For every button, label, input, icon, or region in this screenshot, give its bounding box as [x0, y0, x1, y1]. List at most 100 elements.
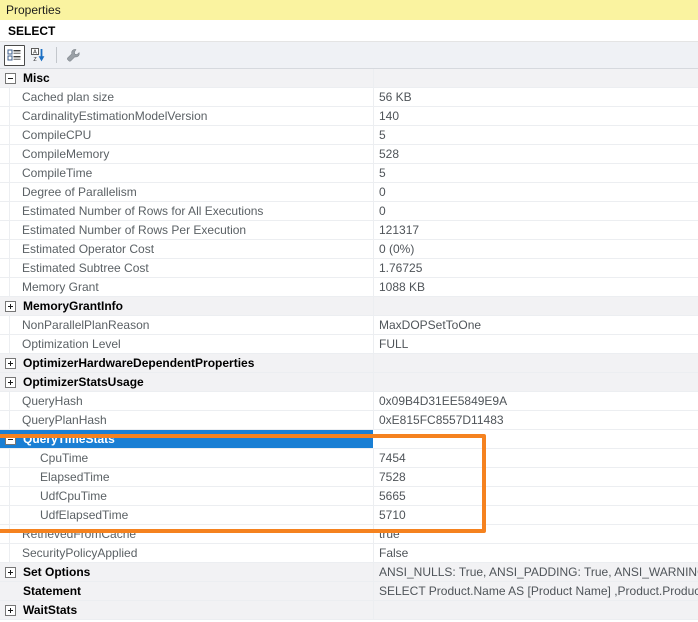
property-value-cell[interactable]: 56 KB: [373, 88, 698, 106]
property-row[interactable]: Memory Grant 1088 KB: [0, 278, 698, 297]
property-name-label: QueryTimeStats: [23, 432, 115, 446]
property-value-cell[interactable]: 121317: [373, 221, 698, 239]
property-row[interactable]: Cached plan size 56 KB: [0, 88, 698, 107]
property-row[interactable]: Estimated Operator Cost 0 (0%): [0, 240, 698, 259]
property-row[interactable]: CompileMemory 528: [0, 145, 698, 164]
collapse-icon[interactable]: [5, 72, 16, 84]
property-row[interactable]: Estimated Subtree Cost 1.76725: [0, 259, 698, 278]
properties-grid[interactable]: Misc Cached plan size 56 KB CardinalityEsti…: [0, 69, 698, 620]
property-value-cell[interactable]: 0x09B4D31EE5849E9A: [373, 392, 698, 410]
collapse-icon[interactable]: [5, 433, 16, 445]
property-value-cell[interactable]: [373, 69, 698, 87]
property-value-cell[interactable]: 0xE815FC8557D11483: [373, 411, 698, 429]
property-value-cell[interactable]: 5665: [373, 487, 698, 505]
property-value-cell[interactable]: [373, 354, 698, 372]
property-name-cell[interactable]: QueryPlanHash: [0, 411, 373, 429]
property-row[interactable]: CompileTime 5: [0, 164, 698, 183]
property-value-cell[interactable]: 7528: [373, 468, 698, 486]
property-name-cell[interactable]: ElapsedTime: [0, 468, 373, 486]
property-name-cell[interactable]: Set Options: [0, 563, 373, 581]
property-name-cell[interactable]: Estimated Number of Rows Per Execution: [0, 221, 373, 239]
property-value-cell[interactable]: ANSI_NULLS: True, ANSI_PADDING: True, AN…: [373, 563, 698, 581]
category-row[interactable]: Statement SELECT Product.Name AS [Product…: [0, 582, 698, 601]
property-name-cell[interactable]: QueryHash: [0, 392, 373, 410]
property-name-cell[interactable]: WaitStats: [0, 601, 373, 619]
categorized-button[interactable]: [4, 44, 25, 66]
property-name-cell[interactable]: CompileTime: [0, 164, 373, 182]
property-name-cell[interactable]: OptimizerStatsUsage: [0, 373, 373, 391]
property-row[interactable]: NonParallelPlanReason MaxDOPSetToOne: [0, 316, 698, 335]
property-value-cell[interactable]: [373, 373, 698, 391]
expand-icon[interactable]: [5, 604, 16, 616]
property-row[interactable]: CpuTime 7454: [0, 449, 698, 468]
property-value-cell[interactable]: 7454: [373, 449, 698, 467]
property-value-cell[interactable]: 5710: [373, 506, 698, 524]
property-row[interactable]: SecurityPolicyApplied False: [0, 544, 698, 563]
expand-icon[interactable]: [5, 300, 16, 312]
property-name-cell[interactable]: CompileMemory: [0, 145, 373, 163]
expand-icon[interactable]: [5, 376, 16, 388]
property-row[interactable]: RetrievedFromCache true: [0, 525, 698, 544]
expand-icon[interactable]: [5, 566, 16, 578]
property-value-cell[interactable]: 140: [373, 107, 698, 125]
category-row[interactable]: OptimizerStatsUsage: [0, 373, 698, 392]
category-row[interactable]: Misc: [0, 69, 698, 88]
category-row[interactable]: OptimizerHardwareDependentProperties: [0, 354, 698, 373]
property-value-cell[interactable]: true: [373, 525, 698, 543]
property-name-cell[interactable]: CompileCPU: [0, 126, 373, 144]
property-name-cell[interactable]: Estimated Operator Cost: [0, 240, 373, 258]
property-name-cell[interactable]: Optimization Level: [0, 335, 373, 353]
property-value-cell[interactable]: 0: [373, 202, 698, 220]
property-value-cell[interactable]: False: [373, 544, 698, 562]
expand-icon[interactable]: [5, 357, 16, 369]
property-value-cell[interactable]: [373, 430, 698, 448]
category-row[interactable]: Set Options ANSI_NULLS: True, ANSI_PADDIN…: [0, 563, 698, 582]
property-name-cell[interactable]: CardinalityEstimationModelVersion: [0, 107, 373, 125]
property-name-cell[interactable]: Memory Grant: [0, 278, 373, 296]
alphabetical-button[interactable]: A Z: [28, 45, 49, 66]
property-value-cell[interactable]: 5: [373, 164, 698, 182]
property-value-cell[interactable]: [373, 297, 698, 315]
property-pages-button[interactable]: [63, 45, 84, 66]
property-value-cell[interactable]: SELECT Product.Name AS [Product Name] ,P…: [373, 582, 698, 600]
property-row[interactable]: CompileCPU 5: [0, 126, 698, 145]
property-value-cell[interactable]: MaxDOPSetToOne: [373, 316, 698, 334]
property-name-cell[interactable]: UdfCpuTime: [0, 487, 373, 505]
property-name-cell[interactable]: CpuTime: [0, 449, 373, 467]
property-name-cell[interactable]: Degree of Parallelism: [0, 183, 373, 201]
property-name-cell[interactable]: SecurityPolicyApplied: [0, 544, 373, 562]
property-name-cell[interactable]: Estimated Subtree Cost: [0, 259, 373, 277]
property-name-cell[interactable]: MemoryGrantInfo: [0, 297, 373, 315]
property-name-cell[interactable]: Cached plan size: [0, 88, 373, 106]
property-row[interactable]: UdfElapsedTime 5710: [0, 506, 698, 525]
property-name-cell[interactable]: Statement: [0, 582, 373, 600]
property-name-cell[interactable]: Estimated Number of Rows for All Executi…: [0, 202, 373, 220]
category-row[interactable]: MemoryGrantInfo: [0, 297, 698, 316]
property-row[interactable]: QueryHash 0x09B4D31EE5849E9A: [0, 392, 698, 411]
property-row[interactable]: Optimization Level FULL: [0, 335, 698, 354]
property-value-cell[interactable]: 0 (0%): [373, 240, 698, 258]
property-value-cell[interactable]: FULL: [373, 335, 698, 353]
property-name-cell[interactable]: RetrievedFromCache: [0, 525, 373, 543]
property-value-cell[interactable]: 5: [373, 126, 698, 144]
property-row[interactable]: Degree of Parallelism 0: [0, 183, 698, 202]
property-name-cell[interactable]: UdfElapsedTime: [0, 506, 373, 524]
property-name-cell[interactable]: QueryTimeStats: [0, 430, 373, 448]
property-row[interactable]: ElapsedTime 7528: [0, 468, 698, 487]
property-row[interactable]: QueryPlanHash 0xE815FC8557D11483: [0, 411, 698, 430]
property-row[interactable]: Estimated Number of Rows Per Execution 12…: [0, 221, 698, 240]
property-row[interactable]: CardinalityEstimationModelVersion 140: [0, 107, 698, 126]
property-value-cell[interactable]: 528: [373, 145, 698, 163]
property-value-cell[interactable]: 0: [373, 183, 698, 201]
property-name-cell[interactable]: Misc: [0, 69, 373, 87]
property-name-cell[interactable]: OptimizerHardwareDependentProperties: [0, 354, 373, 372]
row-gutter: [0, 126, 10, 144]
category-row[interactable]: QueryTimeStats: [0, 430, 698, 449]
property-row[interactable]: UdfCpuTime 5665: [0, 487, 698, 506]
property-name-cell[interactable]: NonParallelPlanReason: [0, 316, 373, 334]
property-value-cell[interactable]: 1088 KB: [373, 278, 698, 296]
property-value-cell[interactable]: [373, 601, 698, 619]
property-row[interactable]: Estimated Number of Rows for All Executi…: [0, 202, 698, 221]
category-row[interactable]: WaitStats: [0, 601, 698, 620]
property-value-cell[interactable]: 1.76725: [373, 259, 698, 277]
